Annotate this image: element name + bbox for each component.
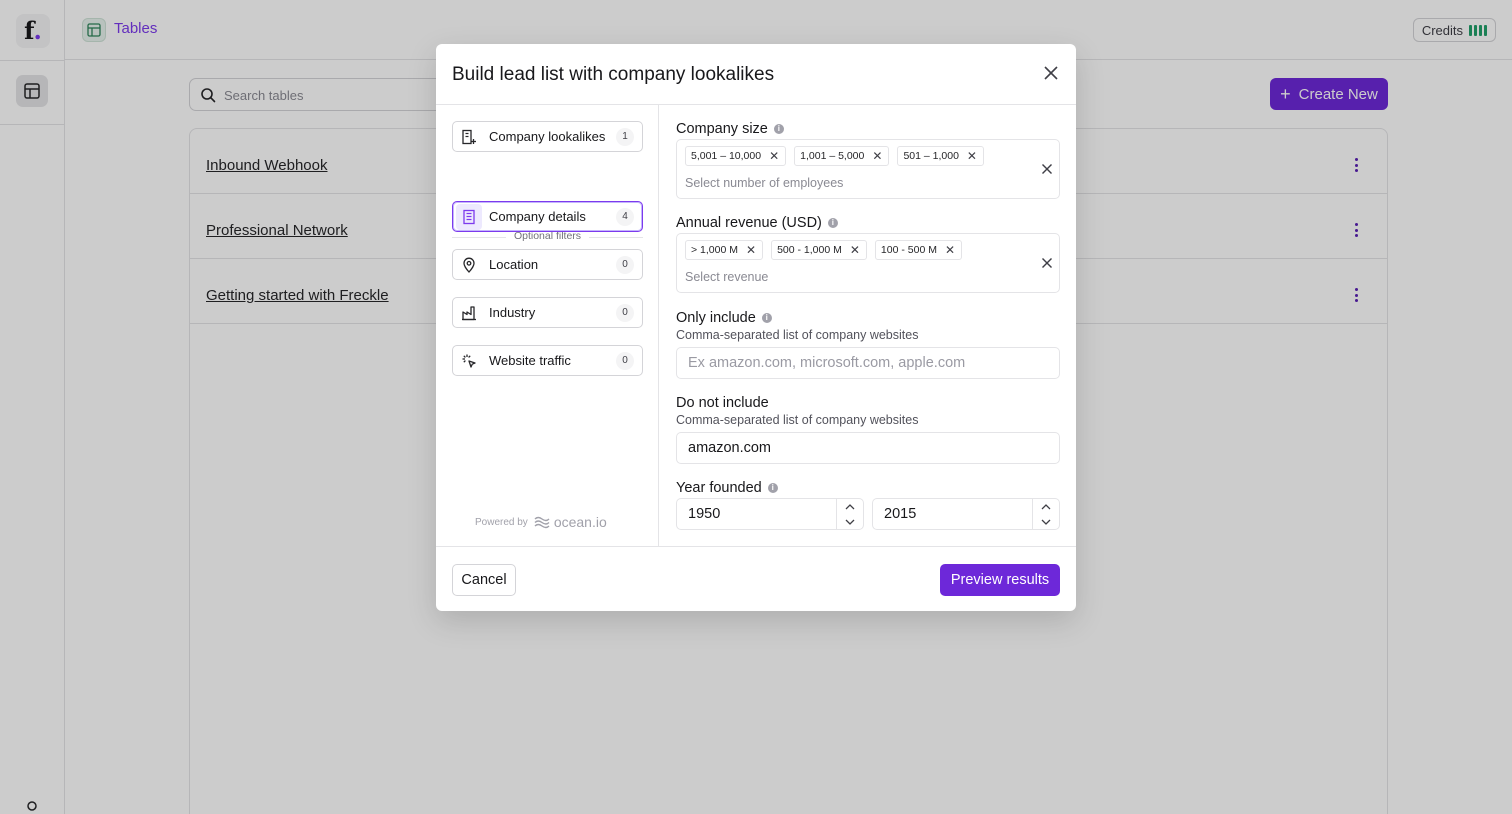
modal-footer: Cancel Preview results — [436, 546, 1076, 611]
nav-label: Location — [489, 257, 539, 272]
remove-chip-icon[interactable]: ✕ — [872, 149, 882, 163]
year-from-stepper[interactable] — [836, 499, 863, 529]
chevron-up-icon[interactable] — [845, 503, 855, 510]
nav-company-lookalikes[interactable]: Company lookalikes 1 — [452, 121, 643, 152]
info-icon[interactable]: i — [773, 124, 784, 134]
optional-filters-separator: Optional filters — [452, 230, 643, 244]
year-from-value: 1950 — [688, 506, 721, 522]
remove-chip-icon[interactable]: ✕ — [945, 243, 955, 257]
nav-count-badge: 0 — [616, 351, 634, 370]
modal-title: Build lead list with company lookalikes — [452, 64, 775, 85]
chevron-up-icon[interactable] — [1041, 503, 1051, 510]
nav-industry[interactable]: Industry 0 — [452, 297, 643, 328]
company-size-chip: 5,001 – 10,000 ✕ — [685, 146, 787, 166]
year-founded-to-input[interactable]: 2015 — [872, 498, 1060, 530]
year-to-value: 2015 — [884, 506, 917, 522]
company-size-label: Company size i — [676, 121, 784, 137]
remove-chip-icon[interactable]: ✕ — [850, 243, 860, 257]
nav-website-traffic[interactable]: Website traffic 0 — [452, 345, 643, 376]
do-not-include-help: Comma-separated list of company websites — [676, 413, 919, 427]
powered-by-label: Powered by — [475, 516, 528, 528]
preview-results-button[interactable]: Preview results — [940, 564, 1060, 596]
nav-label: Industry — [489, 305, 536, 320]
remove-chip-icon[interactable]: ✕ — [769, 149, 779, 163]
info-icon[interactable]: i — [767, 483, 778, 493]
only-include-label: Only include i — [676, 310, 772, 326]
clear-all-icon[interactable] — [1040, 256, 1054, 270]
cursor-click-icon — [456, 348, 482, 374]
modal-header: Build lead list with company lookalikes — [436, 44, 1076, 105]
remove-chip-icon[interactable]: ✕ — [967, 149, 977, 163]
cancel-button[interactable]: Cancel — [452, 564, 516, 596]
annual-revenue-placeholder: Select revenue — [685, 270, 769, 284]
company-size-select[interactable]: 5,001 – 10,000 ✕ 1,001 – 5,000 ✕ 501 – 1,0… — [676, 139, 1060, 199]
chevron-down-icon[interactable] — [1041, 519, 1051, 525]
annual-revenue-select[interactable]: > 1,000 M ✕ 500 - 1,000 M ✕ 100 - 500 M ✕ S… — [676, 233, 1060, 293]
building-icon — [456, 203, 482, 230]
nav-count-badge: 1 — [616, 127, 634, 146]
year-to-stepper[interactable] — [1032, 499, 1059, 529]
powered-by: Powered by ocean.io — [475, 514, 607, 530]
do-not-include-input[interactable]: amazon.com — [676, 432, 1060, 464]
chevron-down-icon[interactable] — [845, 519, 855, 525]
ocean-io-logo: ocean.io — [534, 514, 607, 530]
filter-form: Company size i 5,001 – 10,000 ✕ 1,001 – 5… — [660, 105, 1076, 546]
nav-label: Company lookalikes — [489, 129, 606, 144]
nav-count-badge: 0 — [616, 255, 634, 274]
nav-label: Company details — [489, 209, 586, 224]
revenue-chip: > 1,000 M ✕ — [685, 240, 764, 260]
year-founded-label: Year founded i — [676, 480, 778, 496]
revenue-chip: 100 - 500 M ✕ — [874, 240, 963, 260]
lead-list-modal: Build lead list with company lookalikes … — [436, 44, 1076, 611]
only-include-input[interactable]: Ex amazon.com, microsoft.com, apple.com — [676, 347, 1060, 379]
only-include-help: Comma-separated list of company websites — [676, 328, 919, 342]
company-size-placeholder: Select number of employees — [685, 176, 844, 190]
nav-location[interactable]: Location 0 — [452, 249, 643, 280]
company-size-chip: 501 – 1,000 ✕ — [897, 146, 984, 166]
filter-nav: Company lookalikes 1 Optional filters Co… — [436, 105, 659, 546]
map-pin-icon — [456, 252, 482, 278]
do-not-include-label: Do not include — [676, 395, 769, 411]
factory-icon — [456, 300, 482, 326]
nav-label: Website traffic — [489, 353, 571, 368]
nav-count-badge: 4 — [616, 207, 634, 226]
annual-revenue-label: Annual revenue (USD) i — [676, 215, 838, 231]
info-icon[interactable]: i — [761, 313, 772, 323]
building-plus-icon — [456, 124, 482, 150]
close-icon[interactable] — [1042, 64, 1060, 82]
nav-company-details[interactable]: Company details 4 — [452, 201, 643, 232]
remove-chip-icon[interactable]: ✕ — [746, 243, 756, 257]
clear-all-icon[interactable] — [1040, 162, 1054, 176]
company-size-chip: 1,001 – 5,000 ✕ — [794, 146, 890, 166]
info-icon[interactable]: i — [827, 218, 838, 228]
revenue-chip: 500 - 1,000 M ✕ — [771, 240, 867, 260]
year-founded-from-input[interactable]: 1950 — [676, 498, 864, 530]
nav-count-badge: 0 — [616, 303, 634, 322]
